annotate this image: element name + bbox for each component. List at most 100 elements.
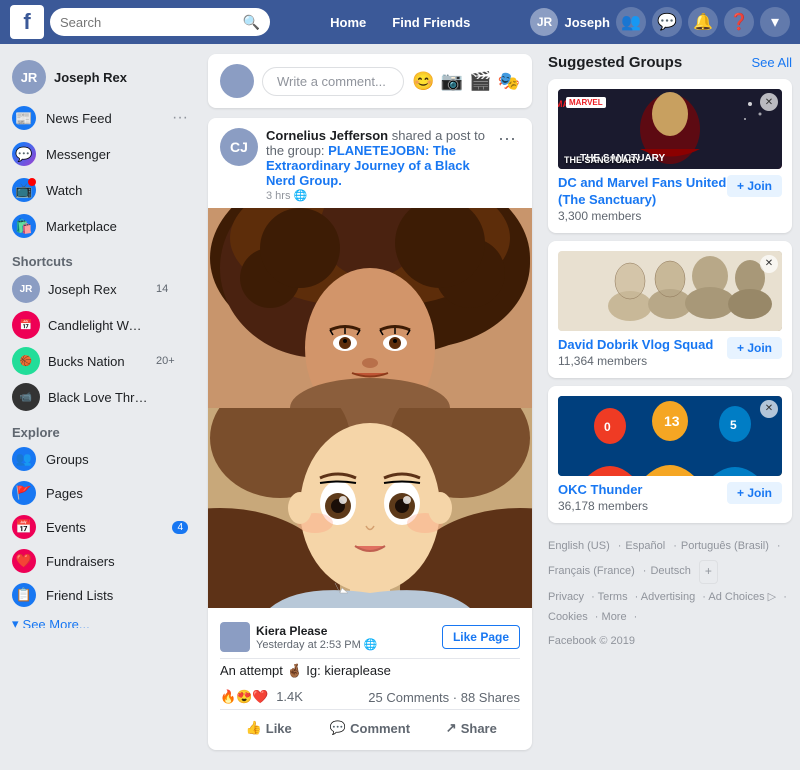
- reaction-icons: 🔥😍❤️ 1.4K: [220, 689, 303, 705]
- sidebar-item-events[interactable]: 📅 Events 4: [0, 510, 200, 544]
- camera-icon[interactable]: 📷: [441, 71, 463, 92]
- news-feed-icon: 📰: [12, 106, 36, 130]
- nav-right: JR Joseph 👥 💬 🔔 ❓ ▾: [530, 7, 790, 37]
- friend-lists-icon: 📋: [12, 583, 36, 607]
- shortcut-item-bucks[interactable]: 🏀 Bucks Nation 20+: [0, 343, 200, 379]
- privacy-link[interactable]: Privacy: [548, 591, 584, 603]
- sidebar-item-watch[interactable]: 📺 Watch: [0, 172, 200, 208]
- shortcut-count-joseph: 14: [156, 283, 168, 295]
- more-link[interactable]: More: [602, 611, 627, 623]
- group-card-bottom-thunder: OKC Thunder 36,178 members + Join: [558, 482, 782, 513]
- group-info-dobrik: David Dobrik Vlog Squad 11,364 members: [558, 337, 727, 368]
- sanctuary-overlay-text: THE SANCTUARY: [564, 155, 641, 165]
- lang-english[interactable]: English (US): [548, 537, 610, 557]
- group-card-thunder: ✕ 0 13 5: [548, 386, 792, 523]
- search-input[interactable]: [60, 15, 243, 30]
- post-caption: An attempt 🤞🏾 Ig: kieraplease: [220, 659, 520, 683]
- news-feed-more-icon[interactable]: ···: [172, 109, 188, 127]
- avatar[interactable]: JR: [530, 8, 558, 36]
- group-name-thunder[interactable]: OKC Thunder: [558, 482, 727, 499]
- group-card-dc-marvel: MARVEL THE SANCTUARY ✕ MARVEL THE SANCTU…: [548, 79, 792, 233]
- add-language-button[interactable]: +: [699, 560, 718, 584]
- ad-choices-link[interactable]: Ad Choices ▷: [708, 591, 776, 603]
- advertising-link[interactable]: Advertising: [641, 591, 695, 603]
- sidebar-item-news-feed[interactable]: 📰 News Feed ···: [0, 100, 200, 136]
- join-button-dc-marvel[interactable]: + Join: [727, 175, 782, 197]
- post-image[interactable]: [208, 208, 532, 608]
- sticker-icon[interactable]: 🎭: [498, 71, 520, 92]
- share-button[interactable]: ↗ Share: [423, 714, 520, 742]
- see-all-groups-link[interactable]: See All: [752, 55, 792, 70]
- friends-icon[interactable]: 👥: [616, 7, 646, 37]
- comment-box: Write a comment... 😊 📷 🎬 🎭: [208, 54, 532, 108]
- lang-portuguese[interactable]: Português (Brasil): [681, 537, 769, 557]
- post-page-tag: Kiera Please Yesterday at 2:53 PM 🌐 Like…: [220, 616, 520, 659]
- marvel-text: MARVEL: [566, 97, 606, 108]
- post-header: CJ Cornelius Jefferson shared a post to …: [208, 118, 532, 208]
- shortcut-avatar-joseph: JR: [12, 275, 40, 303]
- page-tag-left: Kiera Please Yesterday at 2:53 PM 🌐: [220, 622, 378, 652]
- group-close-thunder[interactable]: ✕: [760, 400, 778, 418]
- shortcut-item-joseph-rex[interactable]: JR Joseph Rex 14: [0, 271, 200, 307]
- group-close-dobrik[interactable]: ✕: [760, 255, 778, 273]
- watch-notification-dot: [28, 178, 36, 186]
- see-more-button[interactable]: ▾ See More...: [0, 612, 200, 628]
- sidebar-item-fundraisers[interactable]: ❤️ Fundraisers: [0, 544, 200, 578]
- events-badge: 4: [172, 521, 188, 534]
- user-avatar: JR: [12, 60, 46, 94]
- lang-deutsch[interactable]: Deutsch: [650, 562, 690, 582]
- shortcut-item-candlelight[interactable]: 📅 Candlelight Walk - ...: [0, 307, 200, 343]
- search-icon: 🔍: [243, 14, 260, 31]
- comment-button[interactable]: 💬 Comment: [321, 714, 418, 742]
- group-close-dc-marvel[interactable]: ✕: [760, 93, 778, 111]
- sidebar-watch-label: Watch: [46, 183, 188, 198]
- pages-label: Pages: [46, 486, 188, 501]
- terms-link[interactable]: Terms: [598, 591, 628, 603]
- post-more-options-icon[interactable]: ···: [494, 128, 520, 149]
- footer-links: English (US) · Español · Português (Bras…: [548, 531, 792, 658]
- events-label: Events: [46, 520, 162, 535]
- dropdown-icon[interactable]: ▾: [760, 7, 790, 37]
- join-button-dobrik[interactable]: + Join: [727, 337, 782, 359]
- gif-icon[interactable]: 🎬: [469, 71, 491, 92]
- sidebar-item-marketplace[interactable]: 🛍️ Marketplace: [0, 208, 200, 244]
- post-reactions: 🔥😍❤️ 1.4K 25 Comments · 88 Shares: [220, 683, 520, 710]
- join-button-thunder[interactable]: + Join: [727, 482, 782, 504]
- globe-icon: 🌐: [293, 189, 307, 202]
- shortcut-avatar-blacklove: 📹: [12, 383, 40, 411]
- cookies-link[interactable]: Cookies: [548, 611, 588, 623]
- like-button[interactable]: 👍 Like: [220, 714, 317, 742]
- sidebar-item-pages[interactable]: 🚩 Pages: [0, 476, 200, 510]
- comment-user-avatar: [220, 64, 254, 98]
- help-icon[interactable]: ❓: [724, 7, 754, 37]
- page-tag-name[interactable]: Kiera Please: [256, 624, 378, 638]
- emoji-icon[interactable]: 😊: [412, 71, 434, 92]
- like-page-button[interactable]: Like Page: [442, 625, 520, 649]
- nav-home-link[interactable]: Home: [322, 11, 374, 34]
- group-name-dc-marvel[interactable]: DC and Marvel Fans United (The Sanctuary…: [558, 175, 727, 209]
- sidebar-item-messenger[interactable]: 💬 Messenger: [0, 136, 200, 172]
- notifications-icon[interactable]: 🔔: [688, 7, 718, 37]
- groups-icon: 👥: [12, 447, 36, 471]
- footer-privacy-links: Privacy · Terms · Advertising · Ad Choic…: [548, 588, 792, 628]
- lang-espanol[interactable]: Español: [625, 537, 665, 557]
- comments-count: 25 Comments: [368, 690, 449, 705]
- shortcut-label-bucks: Bucks Nation: [48, 354, 148, 369]
- comment-input[interactable]: Write a comment...: [262, 67, 404, 96]
- messages-icon[interactable]: 💬: [652, 7, 682, 37]
- nav-find-friends-link[interactable]: Find Friends: [384, 11, 478, 34]
- shortcut-label-joseph: Joseph Rex: [48, 282, 148, 297]
- post-author-avatar: CJ: [220, 128, 258, 166]
- sidebar-user[interactable]: JR Joseph Rex: [0, 54, 200, 100]
- shortcut-item-blacklove[interactable]: 📹 Black Love Throug...: [0, 379, 200, 415]
- lang-french[interactable]: Français (France): [548, 562, 635, 582]
- fundraisers-label: Fundraisers: [46, 554, 188, 569]
- search-bar[interactable]: 🔍: [50, 8, 270, 36]
- post-actions: 👍 Like 💬 Comment ↗ Share: [220, 710, 520, 746]
- sidebar-item-groups[interactable]: 👥 Groups: [0, 442, 200, 476]
- top-navigation: f 🔍 Home Find Friends JR Joseph 👥 💬 🔔 ❓ …: [0, 0, 800, 44]
- sidebar-item-friend-lists[interactable]: 📋 Friend Lists: [0, 578, 200, 612]
- group-info-dc-marvel: DC and Marvel Fans United (The Sanctuary…: [558, 175, 727, 223]
- sidebar-messenger-label: Messenger: [46, 147, 188, 162]
- group-name-dobrik[interactable]: David Dobrik Vlog Squad: [558, 337, 727, 354]
